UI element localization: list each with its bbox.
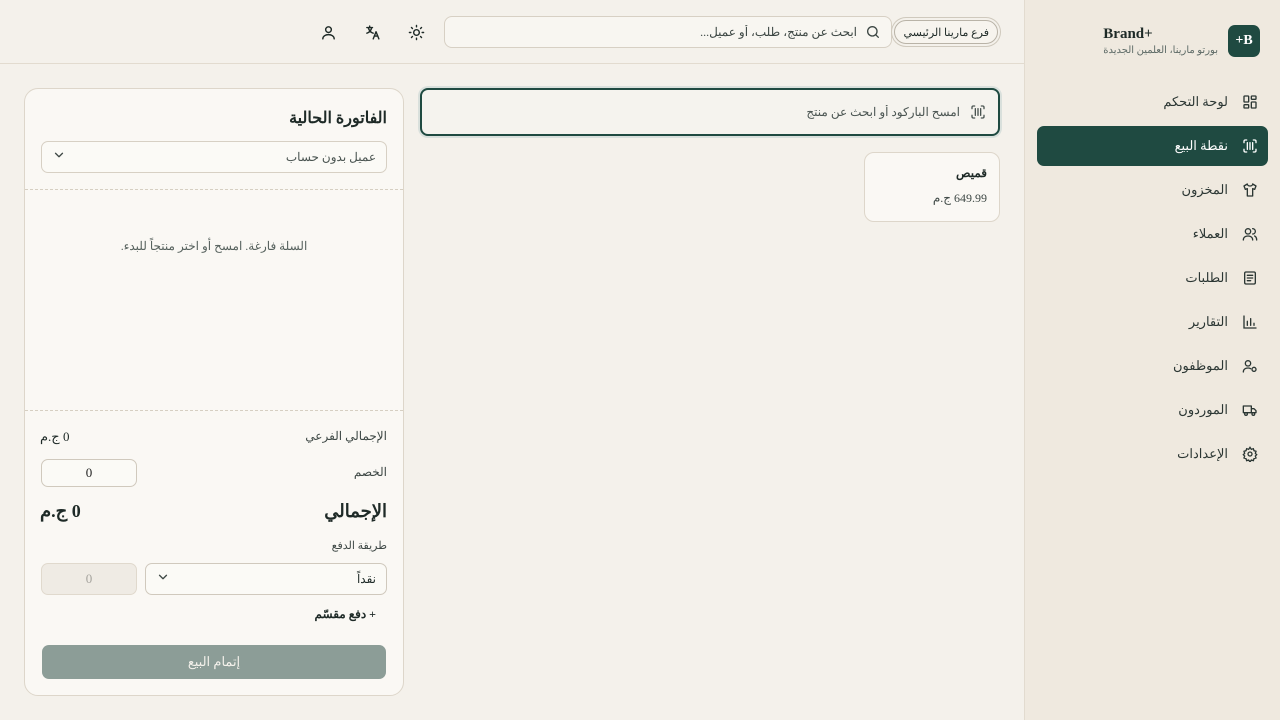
translate-icon[interactable]: [362, 22, 382, 42]
sidebar-item-orders[interactable]: الطلبات: [1037, 258, 1268, 298]
split-payment-button[interactable]: + دفع مقسّم: [315, 607, 377, 622]
dashboard-icon: [1242, 94, 1258, 110]
invoice-title: الفاتورة الحالية: [289, 110, 387, 127]
theme-toggle-icon[interactable]: [406, 22, 426, 42]
empty-cart-message: السلة فارغة. امسح أو اختر منتجاً للبدء.: [120, 239, 308, 253]
truck-icon: [1242, 402, 1258, 418]
chevron-down-icon: [156, 570, 170, 588]
brand-logo: B+: [1228, 25, 1260, 57]
barcode-scan-icon: [971, 105, 985, 119]
sidebar-item-employees[interactable]: الموظفون: [1037, 346, 1268, 386]
search-input[interactable]: [477, 24, 857, 40]
sidebar-item-label: الطلبات: [1185, 270, 1228, 285]
clipboard-icon: [1242, 270, 1258, 286]
search-icon: [867, 26, 879, 38]
subtotal-label: الإجمالي الفرعي: [305, 429, 387, 443]
sidebar-item-label: الموردون: [1178, 402, 1228, 417]
barcode-input[interactable]: [460, 104, 960, 120]
sidebar-item-reports[interactable]: التقارير: [1037, 302, 1268, 342]
user-icon[interactable]: [318, 22, 338, 42]
payment-method-value: نقداً: [356, 571, 376, 586]
sidebar-item-settings[interactable]: الإعدادات: [1037, 434, 1268, 474]
payment-method-label: طريقة الدفع: [331, 540, 387, 552]
current-invoice-panel: الفاتورة الحالية عميل بدون حساب السلة فا…: [24, 88, 404, 696]
sidebar-item-inventory[interactable]: المخزون: [1037, 170, 1268, 210]
sidebar-item-label: لوحة التحكم: [1163, 94, 1228, 109]
payment-amount-input[interactable]: [41, 563, 137, 595]
sidebar-item-suppliers[interactable]: الموردون: [1037, 390, 1268, 430]
product-price: 649.99 ج.م: [932, 191, 987, 205]
brand: B+ Brand+ بورتو مارينا، العلمين الجديدة: [1103, 25, 1260, 57]
brand-name: Brand+: [1103, 26, 1153, 42]
brand-location: بورتو مارينا، العلمين الجديدة: [1103, 45, 1218, 56]
sidebar-item-label: التقارير: [1188, 314, 1228, 329]
sidebar-item-label: الإعدادات: [1177, 446, 1228, 461]
discount-label: الخصم: [353, 465, 387, 479]
branch-selector[interactable]: فرع مارينا الرئيسي: [894, 20, 998, 44]
top-bar: فرع مارينا الرئيسي: [0, 0, 1024, 64]
sidebar-item-dashboard[interactable]: لوحة التحكم: [1037, 82, 1268, 122]
gear-icon: [1242, 446, 1258, 462]
total-label: الإجمالي: [324, 501, 387, 521]
sidebar-item-customers[interactable]: العملاء: [1037, 214, 1268, 254]
sidebar-item-label: نقطة البيع: [1174, 138, 1228, 153]
bar-chart-icon: [1242, 314, 1258, 330]
branch-label: فرع مارينا الرئيسي: [903, 26, 989, 39]
total-value: 0 ج.م: [40, 501, 81, 521]
customer-select-value: عميل بدون حساب: [285, 149, 376, 164]
shirt-icon: [1242, 182, 1258, 198]
divider: [25, 189, 403, 190]
payment-method-select[interactable]: نقداً: [145, 563, 387, 595]
barcode-scan-icon: [1242, 138, 1258, 154]
customer-select[interactable]: عميل بدون حساب: [41, 141, 387, 173]
product-name: قميص: [956, 166, 987, 180]
chevron-down-icon: [52, 148, 66, 166]
subtotal-value: 0 ج.م: [40, 429, 70, 444]
complete-sale-button[interactable]: إتمام البيع: [42, 645, 386, 679]
sidebar-item-label: العملاء: [1192, 226, 1228, 241]
sidebar: B+ Brand+ بورتو مارينا، العلمين الجديدة …: [1024, 0, 1280, 720]
user-cog-icon: [1242, 358, 1258, 374]
sidebar-item-pos[interactable]: نقطة البيع: [1037, 126, 1268, 166]
global-search[interactable]: [444, 16, 892, 48]
discount-input[interactable]: [41, 459, 137, 487]
barcode-scan-field[interactable]: [420, 88, 1000, 136]
sidebar-item-label: الموظفون: [1173, 358, 1228, 373]
product-card[interactable]: قميص 649.99 ج.م: [864, 152, 1000, 222]
users-icon: [1242, 226, 1258, 242]
sidebar-nav: لوحة التحكم نقطة البيع المخزون العملاء ا…: [1037, 82, 1268, 478]
divider: [25, 410, 403, 411]
sidebar-item-label: المخزون: [1181, 182, 1228, 197]
